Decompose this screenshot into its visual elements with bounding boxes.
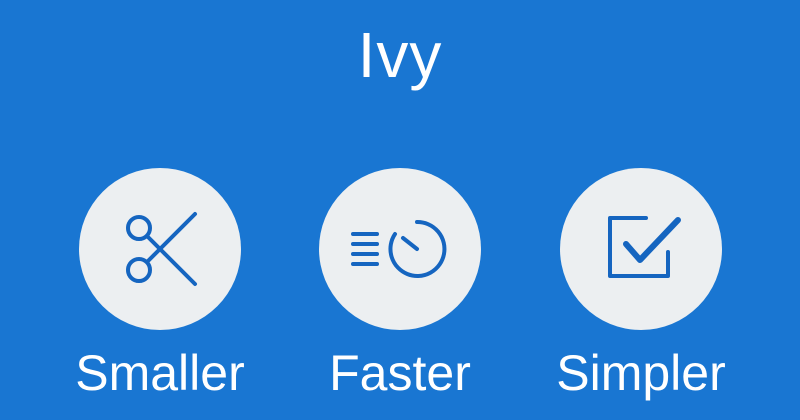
feature-faster: Faster [275,168,525,408]
checkbox-checked-icon [608,216,681,278]
page-title: Ivy [357,19,443,91]
feature-smaller: Smaller [35,168,285,408]
feature-label: Smaller [75,345,245,401]
scissors-icon [126,212,197,286]
icon-circle [79,168,241,330]
speed-timer-icon [351,219,447,278]
icon-circle [560,168,722,330]
feature-simpler: Simpler [516,168,766,408]
feature-label: Faster [329,345,471,401]
icon-circle [319,168,481,330]
feature-label: Simpler [556,345,726,401]
